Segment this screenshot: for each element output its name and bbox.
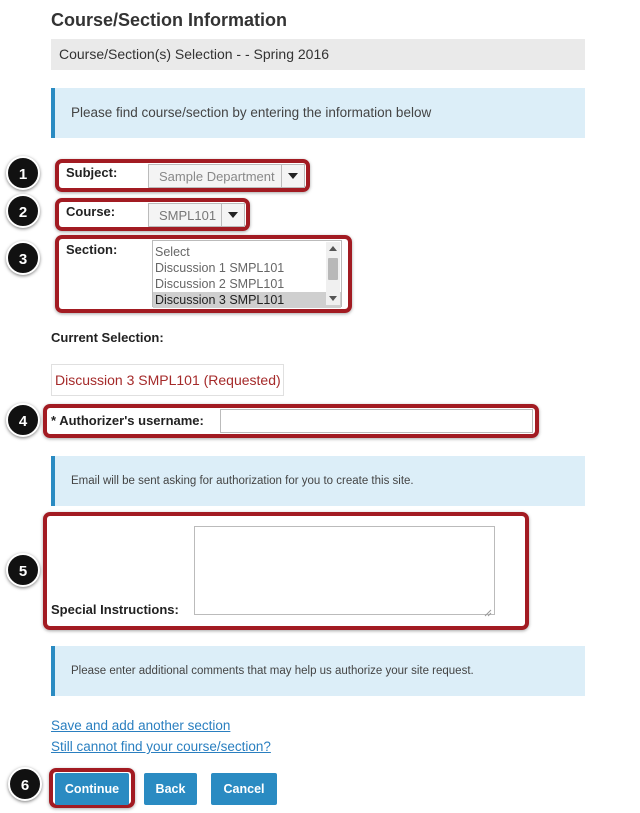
section-scrollbar[interactable] — [326, 242, 340, 305]
callout-6: 6 — [8, 767, 42, 801]
section-label: Section: — [66, 242, 118, 257]
chevron-down-icon — [221, 204, 244, 226]
chevron-down-icon — [281, 165, 304, 187]
resize-handle-icon[interactable] — [484, 604, 492, 617]
back-button[interactable]: Back — [144, 773, 197, 805]
info-email-message: Email will be sent asking for authorizat… — [51, 456, 585, 506]
selection-bar: Course/Section(s) Selection - - Spring 2… — [51, 39, 585, 70]
special-instructions-textarea[interactable] — [194, 526, 495, 615]
section-option[interactable]: Discussion 2 SMPL101 — [153, 276, 341, 292]
callout-4: 4 — [6, 403, 40, 437]
course-select[interactable]: SMPL101 — [148, 203, 245, 227]
subject-value: Sample Department — [159, 168, 275, 184]
special-instructions-label: Special Instructions: — [51, 602, 179, 617]
save-add-another-link[interactable]: Save and add another section — [51, 718, 230, 733]
subject-select[interactable]: Sample Department — [148, 164, 305, 188]
callout-1: 1 — [6, 156, 40, 190]
cancel-button[interactable]: Cancel — [211, 773, 277, 805]
section-option[interactable]: Select — [153, 244, 341, 260]
info-find-message: Please find course/section by entering t… — [51, 88, 585, 138]
scroll-down-icon[interactable] — [329, 296, 337, 301]
section-option-selected[interactable]: Discussion 3 SMPL101 — [153, 292, 341, 308]
info-comments-message: Please enter additional comments that ma… — [51, 646, 585, 696]
callout-2: 2 — [6, 194, 40, 228]
callout-3: 3 — [6, 241, 40, 275]
course-value: SMPL101 — [159, 207, 217, 223]
continue-button[interactable]: Continue — [55, 773, 129, 805]
current-selection-label: Current Selection: — [51, 330, 164, 345]
course-label: Course: — [66, 204, 116, 219]
scroll-up-icon[interactable] — [329, 246, 337, 251]
authorizer-label: * Authorizer's username: — [51, 413, 204, 428]
section-listbox[interactable]: Select Discussion 1 SMPL101 Discussion 2… — [152, 240, 342, 308]
page-title: Course/Section Information — [51, 10, 288, 30]
scroll-thumb[interactable] — [328, 258, 338, 280]
cannot-find-link[interactable]: Still cannot find your course/section? — [51, 739, 271, 754]
callout-5: 5 — [6, 553, 40, 587]
section-option[interactable]: Discussion 1 SMPL101 — [153, 260, 341, 276]
authorizer-username-input[interactable] — [220, 409, 533, 433]
current-selection-value: Discussion 3 SMPL101 (Requested) — [51, 364, 284, 396]
subject-label: Subject: — [66, 165, 118, 180]
